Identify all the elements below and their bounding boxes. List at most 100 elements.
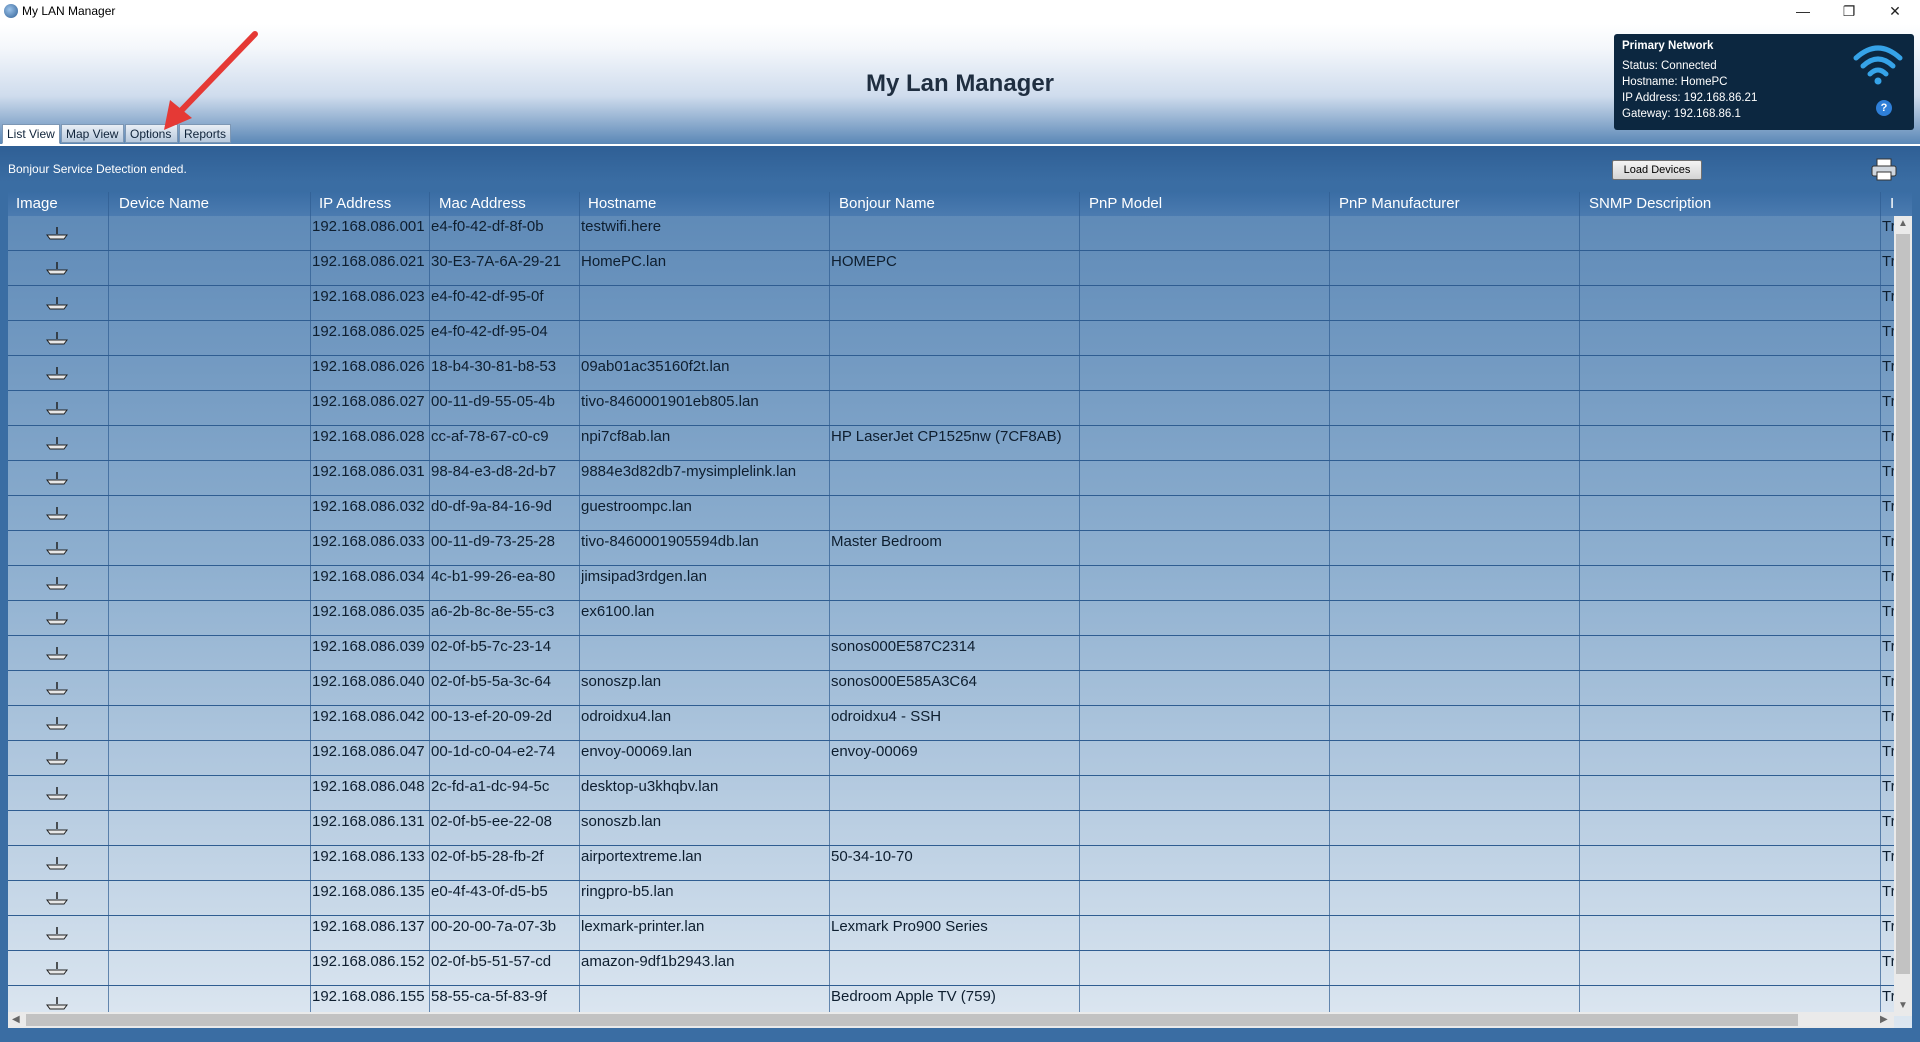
column-header[interactable]: Device Name <box>119 195 209 212</box>
help-icon[interactable]: ? <box>1876 100 1892 116</box>
table-row[interactable]: 192.168.086.042 00-13-ef-20-09-2d odroidxu… <box>8 706 1894 741</box>
load-devices-button[interactable]: Load Devices <box>1612 160 1702 180</box>
truncated-cell: Tr <box>1882 218 1894 235</box>
hostname-cell: sonoszp.lan <box>581 673 662 690</box>
tab-list-view[interactable]: List View <box>2 124 60 144</box>
table-row[interactable]: 192.168.086.021 30-E3-7A-6A-29-21 HomePC.l… <box>8 251 1894 286</box>
column-header[interactable]: PnP Manufacturer <box>1339 195 1460 212</box>
app-icon <box>4 4 18 18</box>
table-row[interactable]: 192.168.086.048 2c-fd-a1-dc-94-5c desktop-… <box>8 776 1894 811</box>
table-row[interactable]: 192.168.086.025 e4-f0-42-df-95-04 Tr <box>8 321 1894 356</box>
column-divider <box>108 192 109 1028</box>
network-device-icon <box>46 752 68 765</box>
network-device-icon <box>46 962 68 975</box>
printer-icon[interactable] <box>1870 158 1898 182</box>
restore-button[interactable]: ❐ <box>1826 0 1872 24</box>
minimize-button[interactable]: — <box>1780 0 1826 24</box>
scroll-right-arrow[interactable]: ▶ <box>1880 1014 1888 1025</box>
bonjour-cell: envoy-00069 <box>831 743 918 760</box>
close-button[interactable]: ✕ <box>1872 0 1918 24</box>
hostname-cell: tivo-8460001905594db.lan <box>581 533 759 550</box>
mac-cell: 98-84-e3-d8-2d-b7 <box>431 463 557 480</box>
mac-cell: 02-0f-b5-7c-23-14 <box>431 638 552 655</box>
hostname-cell: testwifi.here <box>581 218 662 235</box>
table-row[interactable]: 192.168.086.032 d0-df-9a-84-16-9d guestroo… <box>8 496 1894 531</box>
hostname-cell: lexmark-printer.lan <box>581 918 705 935</box>
annotation-arrow-icon <box>164 31 258 130</box>
ip-cell: 192.168.086.135 <box>312 883 425 900</box>
horizontal-scroll-thumb[interactable] <box>26 1014 1798 1026</box>
table-row[interactable]: 192.168.086.137 00-20-00-7a-07-3b lexmark-… <box>8 916 1894 951</box>
column-header[interactable]: I <box>1890 195 1894 212</box>
mac-cell: 02-0f-b5-51-57-cd <box>431 953 552 970</box>
table-row[interactable]: 192.168.086.031 98-84-e3-d8-2d-b7 9884e3d8… <box>8 461 1894 496</box>
ip-cell: 192.168.086.040 <box>312 673 425 690</box>
bonjour-cell: sonos000E585A3C64 <box>831 673 977 690</box>
table-row[interactable]: 192.168.086.047 00-1d-c0-04-e2-74 envoy-00… <box>8 741 1894 776</box>
hostname-cell: sonoszb.lan <box>581 813 662 830</box>
mac-cell: e0-4f-43-0f-d5-b5 <box>431 883 548 900</box>
table-row[interactable]: 192.168.086.026 18-b4-30-81-b8-53 09ab01ac… <box>8 356 1894 391</box>
table-row[interactable]: 192.168.086.001 e4-f0-42-df-8f-0b testwifi… <box>8 216 1894 251</box>
ip-cell: 192.168.086.042 <box>312 708 425 725</box>
network-device-icon <box>46 577 68 590</box>
table-row[interactable]: 192.168.086.023 e4-f0-42-df-95-0f Tr <box>8 286 1894 321</box>
mac-cell: e4-f0-42-df-95-0f <box>431 288 544 305</box>
network-device-icon <box>46 367 68 380</box>
table-row[interactable]: 192.168.086.034 4c-b1-99-26-ea-80 jimsipad… <box>8 566 1894 601</box>
column-header[interactable]: SNMP Description <box>1589 195 1711 212</box>
network-device-icon <box>46 927 68 940</box>
table-row[interactable]: 192.168.086.035 a6-2b-8c-8e-55-c3 ex6100.l… <box>8 601 1894 636</box>
vertical-scrollbar[interactable]: ▲ ▼ <box>1894 216 1912 1016</box>
column-divider <box>1880 192 1881 1028</box>
table-row[interactable]: 192.168.086.027 00-11-d9-55-05-4b tivo-846… <box>8 391 1894 426</box>
vertical-scroll-thumb[interactable] <box>1896 234 1910 974</box>
truncated-cell: Tr <box>1882 918 1894 935</box>
ip-cell: 192.168.086.137 <box>312 918 425 935</box>
window-title: My LAN Manager <box>22 4 116 18</box>
hostname-cell: airportextreme.lan <box>581 848 702 865</box>
scroll-down-arrow[interactable]: ▼ <box>1898 1000 1908 1011</box>
table-row[interactable]: 192.168.086.028 cc-af-78-67-c0-c9 npi7cf8a… <box>8 426 1894 461</box>
truncated-cell: Tr <box>1882 953 1894 970</box>
column-header[interactable]: Hostname <box>588 195 656 212</box>
network-device-icon <box>46 892 68 905</box>
hostname-cell: desktop-u3khqbv.lan <box>581 778 719 795</box>
truncated-cell: Tr <box>1882 603 1894 620</box>
bonjour-cell: sonos000E587C2314 <box>831 638 976 655</box>
scroll-up-arrow[interactable]: ▲ <box>1898 218 1908 229</box>
table-row[interactable]: 192.168.086.039 02-0f-b5-7c-23-14 sonos000… <box>8 636 1894 671</box>
column-header[interactable]: IP Address <box>319 195 391 212</box>
column-header[interactable]: Image <box>16 195 58 212</box>
ip-cell: 192.168.086.033 <box>312 533 425 550</box>
table-row[interactable]: 192.168.086.135 e0-4f-43-0f-d5-b5 ringpro-… <box>8 881 1894 916</box>
table-row[interactable]: 192.168.086.133 02-0f-b5-28-fb-2f airporte… <box>8 846 1894 881</box>
mac-cell: 30-E3-7A-6A-29-21 <box>431 253 562 270</box>
network-device-icon <box>46 787 68 800</box>
truncated-cell: Tr <box>1882 323 1894 340</box>
column-header[interactable]: Mac Address <box>439 195 526 212</box>
hostname-cell: npi7cf8ab.lan <box>581 428 671 445</box>
column-divider <box>829 192 830 1028</box>
truncated-cell: Tr <box>1882 253 1894 270</box>
column-header[interactable]: PnP Model <box>1089 195 1162 212</box>
ip-cell: 192.168.086.028 <box>312 428 425 445</box>
column-header[interactable]: Bonjour Name <box>839 195 935 212</box>
table-row[interactable]: 192.168.086.131 02-0f-b5-ee-22-08 sonoszb.… <box>8 811 1894 846</box>
ip-cell: 192.168.086.032 <box>312 498 425 515</box>
hostname-cell: guestroompc.lan <box>581 498 692 515</box>
tab-map-view[interactable]: Map View <box>61 124 124 143</box>
horizontal-scrollbar[interactable]: ◀ ▶ <box>8 1012 1894 1028</box>
mac-cell: 4c-b1-99-26-ea-80 <box>431 568 556 585</box>
truncated-cell: Tr <box>1882 463 1894 480</box>
scroll-left-arrow[interactable]: ◀ <box>12 1014 20 1025</box>
title-bar: My LAN Manager — ❐ ✕ <box>0 0 1920 24</box>
ip-cell: 192.168.086.026 <box>312 358 425 375</box>
bonjour-cell: Lexmark Pro900 Series <box>831 918 988 935</box>
mac-cell: 02-0f-b5-28-fb-2f <box>431 848 544 865</box>
network-panel: Primary Network Status: Connected Hostna… <box>1614 34 1914 130</box>
table-row[interactable]: 192.168.086.040 02-0f-b5-5a-3c-64 sonoszp.… <box>8 671 1894 706</box>
hostname-cell: HomePC.lan <box>581 253 667 270</box>
table-row[interactable]: 192.168.086.152 02-0f-b5-51-57-cd amazon-9… <box>8 951 1894 986</box>
table-row[interactable]: 192.168.086.033 00-11-d9-73-25-28 tivo-846… <box>8 531 1894 566</box>
